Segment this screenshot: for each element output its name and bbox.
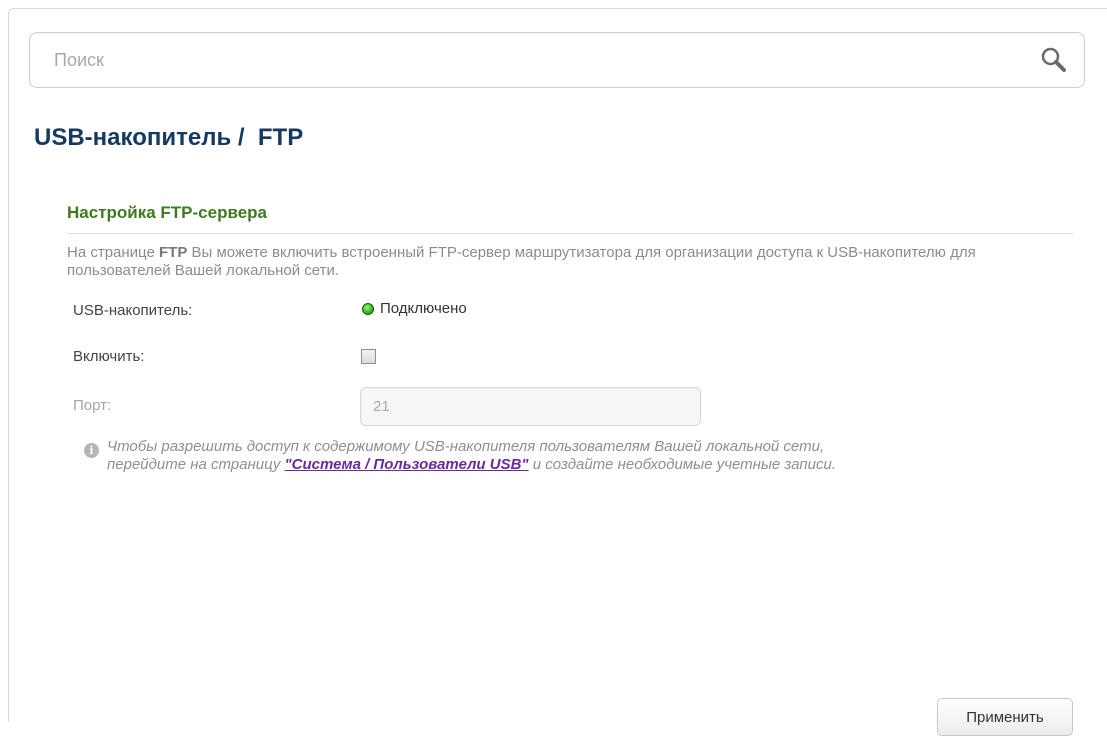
status-connected-icon [362, 302, 374, 315]
usb-label: USB-накопитель: [73, 302, 193, 319]
section-description: На странице FTP Вы можете включить встро… [67, 244, 1057, 280]
description-bold: FTP [159, 244, 188, 261]
port-label: Порт: [73, 397, 112, 414]
usb-status-text: Подключено [380, 300, 467, 317]
note-text-after: и создайте необходимые учетные записи. [528, 456, 837, 473]
page-title: USB-накопитель / FTP [34, 124, 304, 151]
search-icon[interactable] [1038, 44, 1070, 76]
search-input[interactable] [54, 33, 1014, 87]
content-frame [8, 8, 1107, 722]
port-input[interactable] [360, 387, 701, 426]
description-suffix: Вы можете включить встроенный FTP-сервер… [67, 244, 976, 279]
info-icon: i [84, 443, 99, 458]
usb-users-link[interactable]: "Система / Пользователи USB" [285, 456, 529, 473]
enable-checkbox[interactable] [361, 349, 376, 364]
apply-button[interactable]: Применить [937, 698, 1073, 736]
usb-status: Подключено [362, 300, 467, 317]
search-bar [29, 32, 1085, 88]
description-prefix: На странице [67, 244, 159, 261]
info-note: Чтобы разрешить доступ к содержимому USB… [107, 438, 867, 474]
section-divider [67, 233, 1073, 234]
enable-label: Включить: [73, 348, 145, 365]
section-title: Настройка FTP-сервера [67, 203, 267, 222]
